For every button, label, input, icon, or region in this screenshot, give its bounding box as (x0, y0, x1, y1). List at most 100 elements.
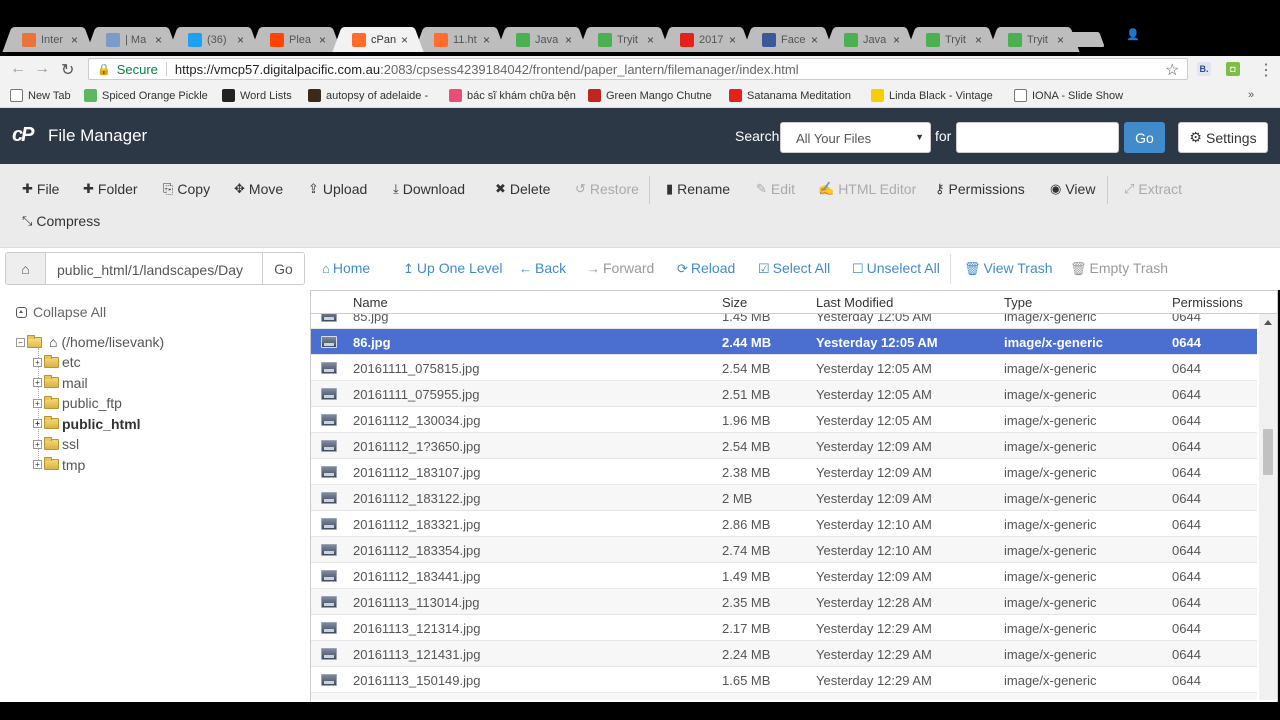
tree-folder-etc[interactable]: + etc (33, 354, 81, 370)
close-icon[interactable]: × (401, 33, 408, 47)
scrollbar-thumb[interactable] (1263, 428, 1273, 475)
toolbar-upload-button[interactable]: ⇪ Upload (308, 181, 367, 197)
bookmark-item[interactable]: Green Mango Chutne (588, 89, 712, 102)
file-row[interactable]: 20161112_183107.jpg 2.38 MB Yesterday 12:0… (311, 459, 1257, 485)
tree-folder-public-ftp[interactable]: + public_ftp (33, 395, 122, 411)
column-header-last-modified[interactable]: Last Modified (816, 295, 893, 310)
url-bar[interactable]: 🔒 Secure https://vmcp57.digitalpacific.c… (88, 58, 1188, 80)
close-icon[interactable]: × (155, 33, 162, 47)
browser-tab[interactable]: Face × (752, 27, 824, 52)
search-input[interactable] (956, 122, 1119, 153)
expand-node-icon[interactable]: + (33, 398, 42, 408)
tree-folder-tmp[interactable]: + tmp (33, 457, 85, 473)
close-icon[interactable]: × (237, 33, 244, 47)
column-header-permissions[interactable]: Permissions (1172, 295, 1243, 310)
toolbar-move-button[interactable]: ✥ Move (234, 181, 283, 197)
nav-select-all-link[interactable]: ☑ Select All (758, 260, 830, 277)
browser-tab[interactable]: Tryit × (588, 27, 660, 52)
close-icon[interactable]: × (647, 33, 654, 47)
nav-reload-link[interactable]: ⟳ Reload (677, 260, 735, 277)
file-row[interactable]: 20161113_150817.jpg 2.46 MB Yesterday 12:2… (311, 693, 1257, 700)
toolbar-folder-button[interactable]: ✚ Folder (83, 181, 138, 197)
home-icon[interactable]: ⌂ (6, 253, 46, 284)
close-icon[interactable]: × (811, 33, 818, 47)
back-arrow-icon[interactable]: ← (10, 60, 26, 78)
close-icon[interactable]: × (893, 33, 900, 47)
file-row[interactable]: 20161112_183321.jpg 2.86 MB Yesterday 12:1… (311, 511, 1257, 537)
column-header-size[interactable]: Size (722, 295, 747, 310)
browser-tab[interactable]: Tryit × (916, 27, 988, 52)
search-scope-select[interactable]: All Your Files ▼ (780, 122, 931, 153)
tree-folder-mail[interactable]: + mail (33, 375, 88, 391)
toolbar-permissions-button[interactable]: ⚷ Permissions (935, 181, 1025, 197)
close-icon[interactable]: × (975, 33, 982, 47)
column-header-type[interactable]: Type (1004, 295, 1032, 310)
expand-node-icon[interactable]: + (33, 460, 42, 469)
browser-menu-icon[interactable]: ⋮ (1258, 60, 1274, 80)
toolbar-html-editor-button[interactable]: ✍ HTML Editor (818, 181, 916, 197)
bookmark-item[interactable]: Spiced Orange Pickle (84, 89, 208, 102)
toolbar-view-button[interactable]: ◉ View (1050, 181, 1095, 197)
nav-up-one-level-link[interactable]: ↥ Up One Level (403, 260, 503, 277)
close-icon[interactable]: × (729, 33, 736, 47)
close-icon[interactable]: × (71, 33, 78, 47)
file-row[interactable]: 20161113_121314.jpg 2.17 MB Yesterday 12:2… (311, 615, 1257, 641)
reload-icon[interactable]: ↻ (61, 60, 74, 80)
browser-tab[interactable]: cPan × (342, 27, 414, 52)
browser-tab[interactable]: (36) × (178, 27, 250, 52)
expand-node-icon[interactable]: + (33, 439, 42, 449)
collapse-all-button[interactable]: Collapse All (16, 304, 106, 320)
tree-folder-public-html[interactable]: + public_html (33, 416, 141, 432)
bookmark-item[interactable]: Word Lists (222, 89, 292, 102)
search-go-button[interactable]: Go (1124, 122, 1165, 153)
extension-pocket-icon[interactable]: ◘ (1226, 62, 1240, 76)
browser-tab[interactable]: Tryit × (998, 27, 1070, 52)
tree-root[interactable]: − ⌂ (/home/lisevank) (16, 334, 164, 350)
toolbar-edit-button[interactable]: ✎ Edit (756, 181, 795, 197)
file-row[interactable]: 20161112_183354.jpg 2.74 MB Yesterday 12:1… (311, 537, 1257, 563)
file-row[interactable]: 20161112_183441.jpg 1.49 MB Yesterday 12:0… (311, 563, 1257, 589)
expand-node-icon[interactable]: + (33, 419, 42, 428)
browser-tab[interactable]: Java × (506, 27, 578, 52)
expand-node-icon[interactable]: + (33, 357, 42, 367)
bookmark-item[interactable]: Satanama Meditation (729, 89, 851, 102)
column-header-name[interactable]: Name (353, 295, 388, 310)
toolbar-rename-button[interactable]: ▮ Rename (666, 181, 730, 197)
profile-icon[interactable]: 👤 (1126, 28, 1140, 41)
file-row[interactable]: 85.jpg 1.45 MB Yesterday 12:05 AM image/x-g… (311, 314, 1257, 329)
bookmark-item[interactable]: New Tab (10, 89, 71, 102)
nav-back-link[interactable]: ← Back (519, 260, 566, 276)
bookmark-item[interactable]: IONA - Slide Show (1014, 89, 1123, 102)
bookmark-item[interactable]: bác sĩ khám chữa bện (449, 89, 576, 102)
nav-forward-link[interactable]: → Forward (587, 260, 654, 276)
expand-node-icon[interactable]: + (33, 378, 42, 387)
nav-empty-trash-link[interactable]: 🗑 Empty Trash (1070, 260, 1168, 277)
scroll-up-arrow-icon[interactable] (1264, 320, 1272, 325)
file-row[interactable]: 20161113_113014.jpg 2.35 MB Yesterday 12:2… (311, 589, 1257, 615)
close-icon[interactable]: × (319, 33, 326, 47)
file-row[interactable]: 20161112_130034.jpg 1.96 MB Yesterday 12:0… (311, 407, 1257, 433)
toolbar-extract-button[interactable]: ⤢ Extract (1124, 181, 1182, 197)
browser-tab[interactable]: 2017 × (670, 27, 742, 52)
toolbar-delete-button[interactable]: ✖ Delete (495, 181, 550, 197)
collapse-node-icon[interactable]: − (16, 337, 25, 347)
browser-tab[interactable]: | Ma × (96, 27, 168, 52)
toolbar-file-button[interactable]: ✚ File (22, 181, 59, 197)
forward-arrow-icon[interactable]: → (34, 60, 50, 78)
toolbar-compress-button[interactable]: ⤡ Compress (22, 213, 100, 229)
file-list-scrollbar[interactable] (1259, 314, 1277, 700)
file-row[interactable]: 20161113_150149.jpg 1.65 MB Yesterday 12:2… (311, 667, 1257, 693)
path-go-button[interactable]: Go (262, 253, 304, 284)
tree-folder-ssl[interactable]: + ssl (33, 436, 79, 452)
file-row[interactable]: 86.jpg 2.44 MB Yesterday 12:05 AM image/x-g… (311, 329, 1257, 355)
bookmark-item[interactable]: autopsy of adelaide - (308, 89, 428, 102)
bookmark-item[interactable]: Linda Black - Vintage (871, 89, 993, 102)
file-row[interactable]: 20161112_1?3650.jpg 2.54 MB Yesterday 12:0… (311, 433, 1257, 459)
file-row[interactable]: 20161113_121431.jpg 2.24 MB Yesterday 12:2… (311, 641, 1257, 667)
browser-tab[interactable]: Inter × (12, 27, 84, 52)
extension-b-icon[interactable]: B. (1197, 62, 1211, 76)
nav-view-trash-link[interactable]: 🗑 View Trash (964, 260, 1053, 277)
browser-tab[interactable]: Java × (834, 27, 906, 52)
new-tab-button[interactable] (1069, 32, 1105, 47)
nav-unselect-all-link[interactable]: ☐ Unselect All (852, 260, 940, 277)
